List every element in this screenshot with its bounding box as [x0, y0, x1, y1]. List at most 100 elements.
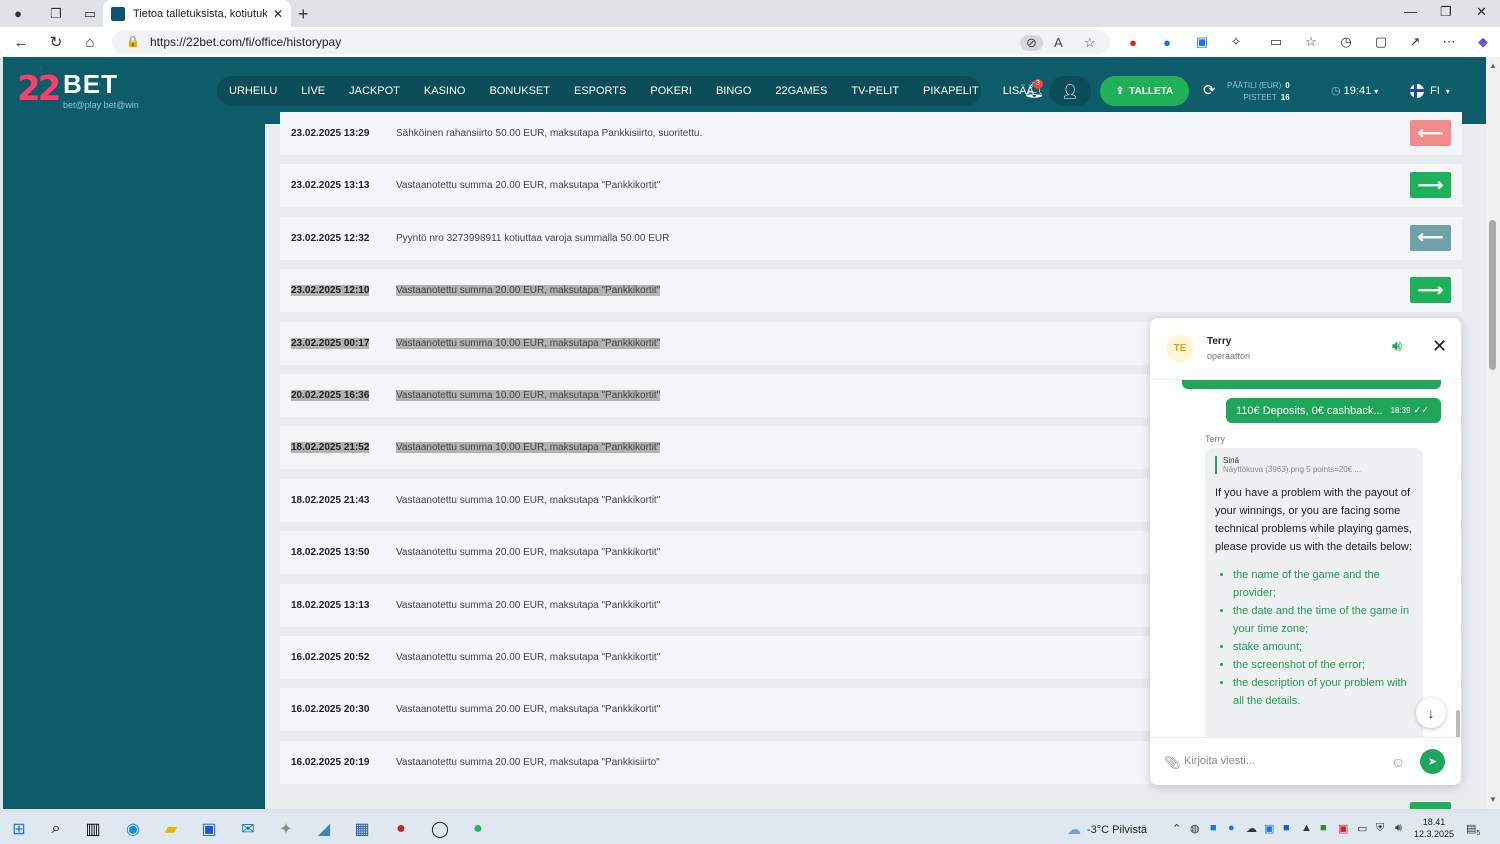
extension-adblock-icon[interactable]: ●: [1124, 33, 1142, 51]
edge-icon[interactable]: ◉: [122, 818, 144, 840]
workspaces-icon[interactable]: ❐: [46, 4, 66, 24]
lock-icon[interactable]: 🔒: [126, 35, 140, 48]
tray-icon[interactable]: ■: [1283, 822, 1290, 834]
history-row[interactable]: 23.02.2025 13:29 Sähköinen rahansiirto 50…: [280, 112, 1462, 155]
clock-datetime[interactable]: 18.41 12.3.2025: [1414, 816, 1454, 840]
spotify-icon[interactable]: ●: [467, 818, 489, 840]
profile-icon[interactable]: ●: [8, 4, 28, 24]
tray-icon[interactable]: ▲: [1301, 822, 1312, 834]
onedrive-icon[interactable]: ☁: [1246, 822, 1257, 835]
refresh-icon[interactable]: ↻: [45, 31, 67, 53]
nav-pokeri[interactable]: POKERI: [650, 85, 692, 97]
nav-bonukset[interactable]: BONUKSET: [489, 85, 550, 97]
cast-icon[interactable]: ▭: [1267, 33, 1285, 51]
extension-icon[interactable]: ●: [1158, 33, 1176, 51]
file-explorer-icon[interactable]: ▰: [160, 818, 182, 840]
nav-bingo[interactable]: BINGO: [716, 85, 751, 97]
task-view-icon[interactable]: ▥: [82, 818, 104, 840]
favorite-star-icon[interactable]: ☆: [1084, 35, 1096, 51]
home-icon[interactable]: ⌂: [79, 31, 101, 53]
nav-kasino[interactable]: KASINO: [424, 85, 466, 97]
balance-block[interactable]: PÄÄTILI (EUR) 0 PISTEET 16: [1227, 80, 1290, 104]
logo[interactable]: 22 BET bet@play bet@win: [17, 69, 139, 110]
volume-icon[interactable]: 🔊︎: [1395, 822, 1402, 835]
search-icon[interactable]: ⌕: [45, 818, 67, 840]
attach-icon[interactable]: 📎︎: [1164, 755, 1181, 771]
partial-row-arrow[interactable]: [1410, 802, 1451, 809]
nav-pikapelit[interactable]: PIKAPELIT: [923, 85, 979, 97]
copilot-icon[interactable]: ◆: [1474, 33, 1492, 51]
extensions-puzzle-icon[interactable]: ✧: [1227, 33, 1245, 51]
calculator-icon[interactable]: ▦: [351, 818, 373, 840]
maximize-icon[interactable]: ❐: [1440, 4, 1452, 20]
sound-icon[interactable]: 🔊︎: [1392, 338, 1402, 356]
refresh-balance-icon[interactable]: ⟳: [1203, 81, 1216, 99]
app-3-icon[interactable]: ●: [390, 818, 412, 840]
page-scrollbar[interactable]: ▲ ▼: [1486, 57, 1500, 809]
history-icon[interactable]: ◷: [1337, 33, 1355, 51]
app-icon[interactable]: ✦: [275, 818, 297, 840]
start-icon[interactable]: ⊞: [8, 818, 30, 840]
screenshot-icon[interactable]: ▢: [1372, 33, 1390, 51]
more-icon[interactable]: ⋯: [1440, 33, 1458, 51]
user-account-button[interactable]: 👤︎: [1049, 76, 1091, 106]
withdraw-arrow-button[interactable]: ⟵: [1410, 120, 1451, 146]
outlook-icon[interactable]: ✉: [237, 818, 259, 840]
window-close-icon[interactable]: ✕: [1476, 4, 1487, 20]
tray-icon[interactable]: ◍: [1190, 822, 1200, 835]
app-2-icon[interactable]: ◢: [313, 818, 335, 840]
language-selector[interactable]: FI ▾: [1410, 84, 1450, 98]
nav-live[interactable]: LIVE: [301, 85, 325, 97]
back-icon[interactable]: ←: [10, 31, 32, 53]
tray-icon[interactable]: ■: [1320, 822, 1327, 834]
scroll-up-arrow-icon[interactable]: ▲: [1489, 61, 1497, 70]
tray-icon[interactable]: ▣: [1264, 822, 1274, 835]
weather-widget[interactable]: ☁ -3°C Pilvistä: [1067, 821, 1147, 838]
extension-2-icon[interactable]: ▣: [1193, 33, 1211, 51]
new-tab-icon[interactable]: +: [298, 4, 309, 25]
history-date: 23.02.2025 13:13: [291, 180, 370, 192]
emoji-icon[interactable]: ☺: [1391, 754, 1405, 770]
tray-icon[interactable]: ■: [1210, 822, 1217, 834]
minimize-icon[interactable]: —: [1404, 4, 1417, 19]
chat-close-icon[interactable]: ✕: [1432, 336, 1447, 357]
deposit-button[interactable]: ⇪ TALLETA: [1100, 76, 1189, 106]
security-icon[interactable]: ⛨: [1376, 822, 1384, 835]
share-icon[interactable]: ↗: [1406, 33, 1424, 51]
tab-close-icon[interactable]: ✕: [273, 7, 283, 21]
address-bar[interactable]: 🔒 https://22bet.com/fi/office/historypay…: [112, 30, 1110, 54]
favorites-icon[interactable]: ☆: [1302, 33, 1320, 51]
nav-jackpot[interactable]: JACKPOT: [349, 85, 400, 97]
tray-chevron-icon[interactable]: ⌃: [1172, 822, 1181, 835]
read-aloud-icon[interactable]: A: [1054, 35, 1063, 50]
nav-urheilu[interactable]: URHEILU: [229, 85, 277, 97]
tab-actions-icon[interactable]: ▭: [80, 4, 100, 24]
tab-active[interactable]: Tietoa talletuksista, kotiutuksista ja ✕: [103, 0, 291, 27]
message-input[interactable]: Kirjoita viesti...: [1184, 755, 1255, 767]
send-button[interactable]: ➤: [1420, 749, 1445, 774]
store-icon[interactable]: ▣: [198, 818, 220, 840]
whatsapp-icon[interactable]: ◯: [429, 818, 451, 840]
tracking-prevention-icon[interactable]: ⊘: [1020, 35, 1043, 51]
network-icon[interactable]: ▭: [1357, 822, 1367, 835]
tray-icon[interactable]: ●: [1228, 822, 1235, 834]
scroll-down-arrow-icon[interactable]: ▼: [1489, 795, 1497, 804]
nav-esports[interactable]: ESPORTS: [574, 85, 626, 97]
history-row[interactable]: 23.02.2025 12:10 Vastaanotettu summa 20.0…: [280, 269, 1462, 313]
notifications-icon[interactable]: ▤5: [1466, 822, 1480, 837]
withdraw-arrow-button[interactable]: ⟵: [1410, 224, 1451, 251]
clock[interactable]: ◷ 19:41 ▾: [1331, 84, 1378, 97]
history-row[interactable]: 23.02.2025 12:32 Pyyntö nro 3273998911 ko…: [280, 216, 1462, 260]
nav-22games[interactable]: 22GAMES: [775, 85, 827, 97]
deposit-arrow-button[interactable]: ⟶: [1410, 277, 1451, 304]
page-scroll-thumb[interactable]: [1489, 220, 1496, 370]
quoted-message[interactable]: Sinä Näyttökuva (3963).png 5 points=20€ …: [1215, 456, 1413, 474]
tray-icon[interactable]: ▣: [1338, 822, 1348, 835]
scroll-down-button[interactable]: ↓: [1416, 698, 1446, 728]
chat-messages[interactable]: 110€ Deposits, 0€ cashback... 18:39 ✓✓ T…: [1150, 380, 1461, 737]
history-row[interactable]: 23.02.2025 13:13 Vastaanotettu summa 20.0…: [280, 164, 1462, 208]
deposit-arrow-button[interactable]: ⟶: [1410, 172, 1451, 199]
nav-tv-pelit[interactable]: TV-PELIT: [851, 85, 899, 97]
chat-scrollbar[interactable]: [1456, 710, 1460, 737]
history-description: Vastaanotettu summa 10.00 EUR, maksutapa…: [396, 494, 661, 506]
